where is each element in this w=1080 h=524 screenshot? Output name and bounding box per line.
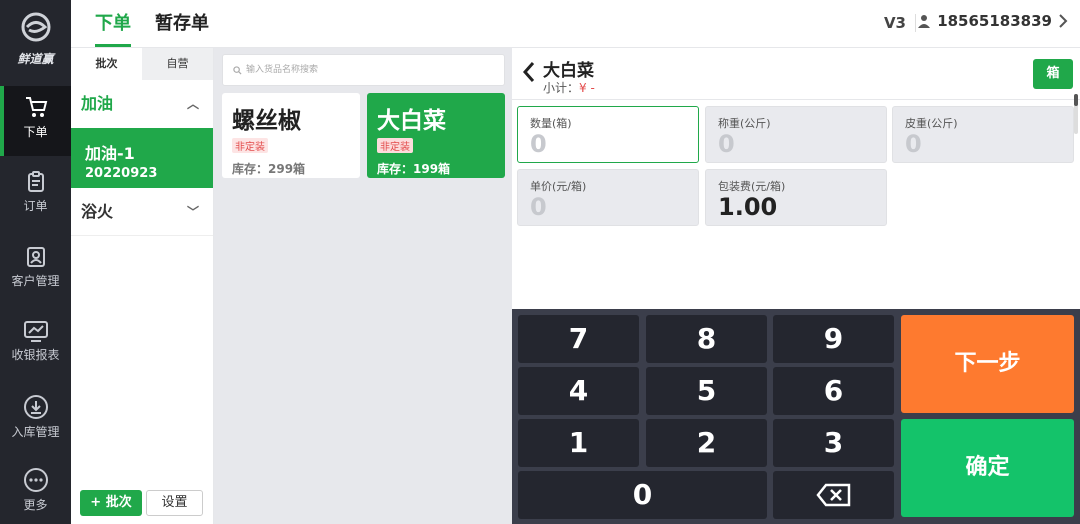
field-label: 数量(箱)	[530, 117, 572, 130]
tab-self-operated[interactable]: 自营	[142, 48, 213, 80]
chevron-up-icon: ︿	[186, 97, 199, 111]
user-account[interactable]: 18565183839	[917, 12, 1068, 30]
nav-item-reports[interactable]: 收银报表	[0, 311, 71, 381]
next-step-button[interactable]: 下一步	[901, 315, 1074, 413]
nav-item-inventory[interactable]: 入库管理	[0, 386, 71, 456]
tab-held-orders[interactable]: 暂存单	[155, 0, 209, 48]
key-2[interactable]: 2	[646, 419, 767, 467]
cart-icon	[25, 97, 47, 117]
category-actions: + 批次 设置	[80, 490, 203, 516]
nav-item-order[interactable]: 下单	[0, 86, 71, 156]
backspace-key[interactable]	[773, 471, 894, 519]
backspace-icon	[815, 483, 850, 507]
field-label: 皮重(公斤)	[905, 117, 958, 130]
contact-icon	[26, 247, 45, 267]
detail-product-name: 大白菜	[543, 61, 594, 81]
product-card[interactable]: 螺丝椒 非定装 库存：299箱	[222, 93, 360, 178]
chart-monitor-icon	[23, 321, 48, 342]
field-value: 0	[530, 193, 547, 221]
nav-item-more[interactable]: 更多	[0, 459, 71, 524]
key-9[interactable]: 9	[773, 315, 894, 363]
more-icon	[23, 468, 48, 492]
key-8[interactable]: 8	[646, 315, 767, 363]
unit-price-field[interactable]: 单价(元/箱) 0	[517, 169, 699, 226]
field-value: 0	[530, 130, 547, 158]
category-group-label: 加油	[81, 94, 114, 113]
brand-logo: 鲜道赢	[0, 8, 71, 68]
category-group-jiayou[interactable]: 加油 ︿	[71, 80, 213, 128]
batch-name: 加油-1	[85, 144, 135, 163]
sidebar-nav: 鲜道赢 下单 订单 客户管理 收银报表 入库管理 更多	[0, 0, 71, 524]
field-value: 0	[718, 130, 735, 158]
scrollbar-thumb[interactable]	[1074, 94, 1078, 106]
field-label: 包装费(元/箱)	[718, 180, 786, 193]
key-6[interactable]: 6	[773, 367, 894, 415]
field-label: 单价(元/箱)	[530, 180, 587, 193]
search-input[interactable]: 输入货品名称搜索	[222, 54, 505, 86]
tab-batch[interactable]: 批次	[71, 48, 142, 80]
tare-field[interactable]: 皮重(公斤) 0	[892, 106, 1074, 163]
order-detail-panel: 大白菜 小计：¥ - 箱 数量(箱) 0 称重(公斤) 0 皮重(公斤) 0 单…	[512, 48, 1080, 309]
chevron-right-icon	[1059, 14, 1068, 28]
category-group-label: 浴火	[81, 202, 114, 221]
product-panel: 输入货品名称搜索 螺丝椒 非定装 库存：299箱 大白菜 非定装 库存：199箱	[214, 48, 512, 524]
subtotal-value: ¥ -	[579, 81, 595, 95]
product-tag: 非定装	[232, 138, 268, 153]
chevron-down-icon: ﹀	[186, 205, 199, 219]
header-divider	[915, 14, 916, 32]
key-0[interactable]: 0	[518, 471, 767, 519]
detail-header: 大白菜 小计：¥ - 箱	[512, 48, 1080, 100]
field-value: 1.00	[718, 193, 778, 221]
tab-place-order[interactable]: 下单	[95, 0, 131, 48]
nav-item-label: 更多	[23, 498, 48, 512]
add-batch-button[interactable]: + 批次	[80, 490, 142, 516]
inbox-download-icon	[23, 395, 48, 419]
nav-item-label: 客户管理	[11, 274, 60, 288]
back-arrow-icon[interactable]	[522, 60, 536, 90]
key-5[interactable]: 5	[646, 367, 767, 415]
batch-item-selected[interactable]: 加油-1 20220923	[71, 128, 213, 188]
logo-icon	[21, 12, 50, 42]
quantity-field[interactable]: 数量(箱) 0	[517, 106, 699, 163]
subtotal: 小计：¥ -	[543, 79, 595, 96]
batch-code: 20220923	[85, 166, 158, 181]
field-label: 称重(公斤)	[718, 117, 771, 130]
search-icon	[233, 65, 242, 75]
key-1[interactable]: 1	[518, 419, 639, 467]
user-phone: 18565183839	[937, 12, 1052, 30]
search-placeholder: 输入货品名称搜索	[246, 65, 319, 75]
product-card-selected[interactable]: 大白菜 非定装 库存：199箱	[367, 93, 505, 178]
user-icon	[918, 15, 931, 28]
version-label: V3	[883, 14, 906, 32]
confirm-button[interactable]: 确定	[901, 419, 1074, 517]
numeric-keypad: 7 8 9 4 5 6 1 2 3 0 下一步 确定	[512, 309, 1080, 524]
nav-item-orders[interactable]: 订单	[0, 162, 71, 232]
nav-item-customers[interactable]: 客户管理	[0, 237, 71, 307]
product-name: 螺丝椒	[232, 108, 301, 134]
key-3[interactable]: 3	[773, 419, 894, 467]
category-panel: 批次 自营 加油 ︿ 加油-1 20220923 浴火 ﹀ + 批次 设置	[71, 48, 214, 524]
product-stock: 库存：199箱	[377, 162, 451, 176]
subtotal-label: 小计：	[543, 81, 580, 95]
category-tabs: 批次 自营	[71, 48, 213, 80]
settings-button[interactable]: 设置	[146, 490, 203, 516]
product-tag: 非定装	[377, 138, 413, 153]
key-4[interactable]: 4	[518, 367, 639, 415]
packing-fee-field[interactable]: 包装费(元/箱) 1.00	[705, 169, 887, 226]
field-value: 0	[905, 130, 922, 158]
brand-name: 鲜道赢	[17, 52, 54, 66]
category-group-yuhuo[interactable]: 浴火 ﹀	[71, 188, 213, 236]
clipboard-icon	[27, 171, 44, 192]
unit-button[interactable]: 箱	[1033, 59, 1073, 89]
nav-item-label: 订单	[23, 199, 48, 213]
nav-item-label: 下单	[23, 125, 48, 139]
nav-item-label: 收银报表	[11, 348, 60, 362]
product-name: 大白菜	[377, 108, 446, 134]
nav-item-label: 入库管理	[11, 425, 60, 439]
top-header: 下单 暂存单 V3 18565183839	[71, 0, 1080, 48]
weight-field[interactable]: 称重(公斤) 0	[705, 106, 887, 163]
product-stock: 库存：299箱	[232, 162, 306, 176]
key-7[interactable]: 7	[518, 315, 639, 363]
